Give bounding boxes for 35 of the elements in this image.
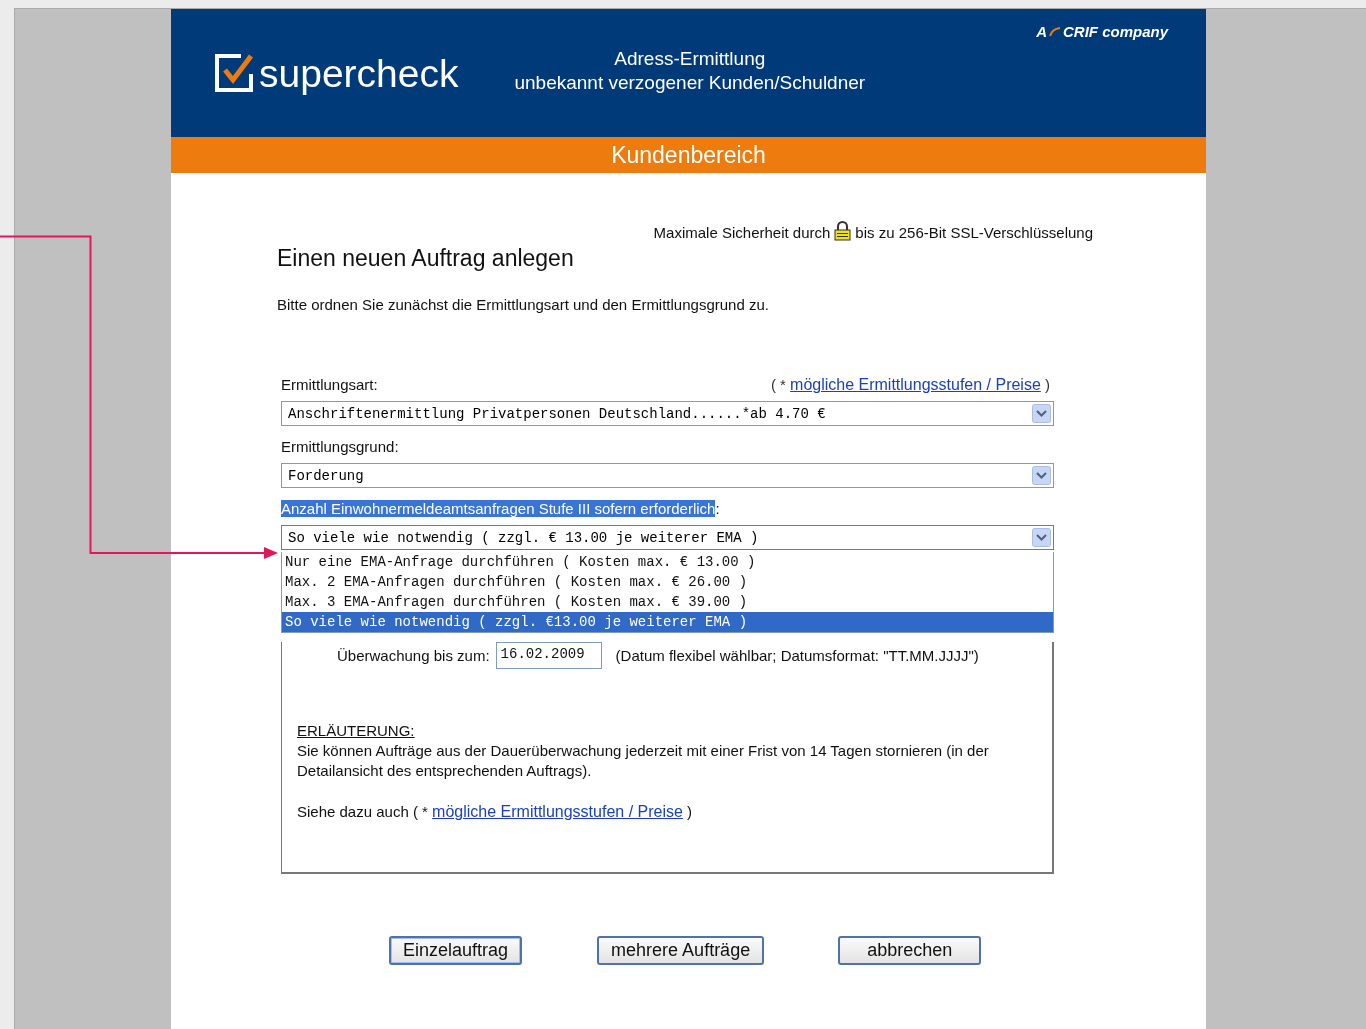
intro-text: Bitte ordnen Sie zunächst die Ermittlungsart und den Ermittlungsgrund zu. (277, 296, 770, 313)
field-label: Anzahl Einwohnermeldeamtsanfragen Stufe III sofern erforderlich: (281, 500, 720, 517)
dropdown-option[interactable]: Nur eine EMA-Anfrage durchführen ( Kosten max. € 13.00 ) (282, 552, 1053, 572)
dropdown[interactable]: Forderung (281, 463, 1054, 488)
dropdown-option[interactable]: Max. 2 EMA-Anfragen durchführen ( Kosten max. € 26.00 ) (282, 572, 1053, 592)
logo-check-icon (213, 52, 255, 94)
prices-link[interactable]: mögliche Ermittlungsstufen / Preise (790, 376, 1041, 393)
field-label: Ermittlungsgrund: (281, 438, 399, 455)
explanation-text: Sie können Aufträge aus der Dauerüberwachung jederzeit mit einer Frist von 14 Tagen stornieren (in der Detailansicht des entsprechenden Auftrags). (297, 741, 990, 781)
dropdown[interactable]: So viele wie notwendig ( zzgl. € 13.00 je weiterer EMA ) (281, 525, 1054, 550)
security-note: bis zu 256-Bit SSL-Verschlüsselung (855, 224, 1093, 241)
logo: supercheck (259, 53, 459, 93)
security-note: Maximale Sicherheit durch (653, 224, 831, 241)
dropdown-option[interactable]: So viele wie notwendig ( zzgl. €13.00 je weiterer EMA ) (282, 612, 1053, 632)
explanation-heading: ERLÄUTERUNG: (297, 721, 416, 741)
padlock-icon (834, 221, 852, 241)
section-bar: Kundenbereich (171, 137, 1206, 173)
date-field[interactable]: 16.02.2009 (495, 642, 602, 669)
swoosh-icon (1049, 26, 1061, 37)
date-hint: (Datum flexibel wählbar; Datumsformat: "TT.MM.JJJJ") (615, 647, 979, 664)
price-note: ( * mögliche Ermittlungsstufen / Preise ) (770, 375, 1050, 394)
tagline-prefix: A (1036, 23, 1047, 40)
page-heading: Einen neuen Auftrag anlegen (277, 245, 575, 272)
header-title: Adress-Ermittlung (613, 47, 767, 71)
see-also-text: Siehe dazu auch ( * mögliche Ermittlungsstufen / Preise ) (297, 802, 694, 822)
header-subtitle: unbekannt verzogener Kunden/Schuldner (514, 71, 866, 95)
action-button[interactable]: mehrere Aufträge (597, 936, 765, 965)
field-label: Ermittlungsart: (281, 376, 378, 393)
dropdown[interactable]: Anschriftenermittlung Privatpersonen Deutschland......*ab 4.70 € (281, 401, 1054, 426)
action-button[interactable]: Einzelauftrag (389, 936, 523, 965)
date-label: Überwachung bis zum: (337, 647, 490, 664)
action-button[interactable]: abbrechen (838, 936, 982, 965)
prices-link[interactable]: mögliche Ermittlungsstufen / Preise (432, 803, 683, 820)
dropdown-option[interactable]: Max. 3 EMA-Anfragen durchführen ( Kosten max. € 39.00 ) (282, 592, 1053, 612)
tagline: CRIF company (1063, 23, 1168, 40)
